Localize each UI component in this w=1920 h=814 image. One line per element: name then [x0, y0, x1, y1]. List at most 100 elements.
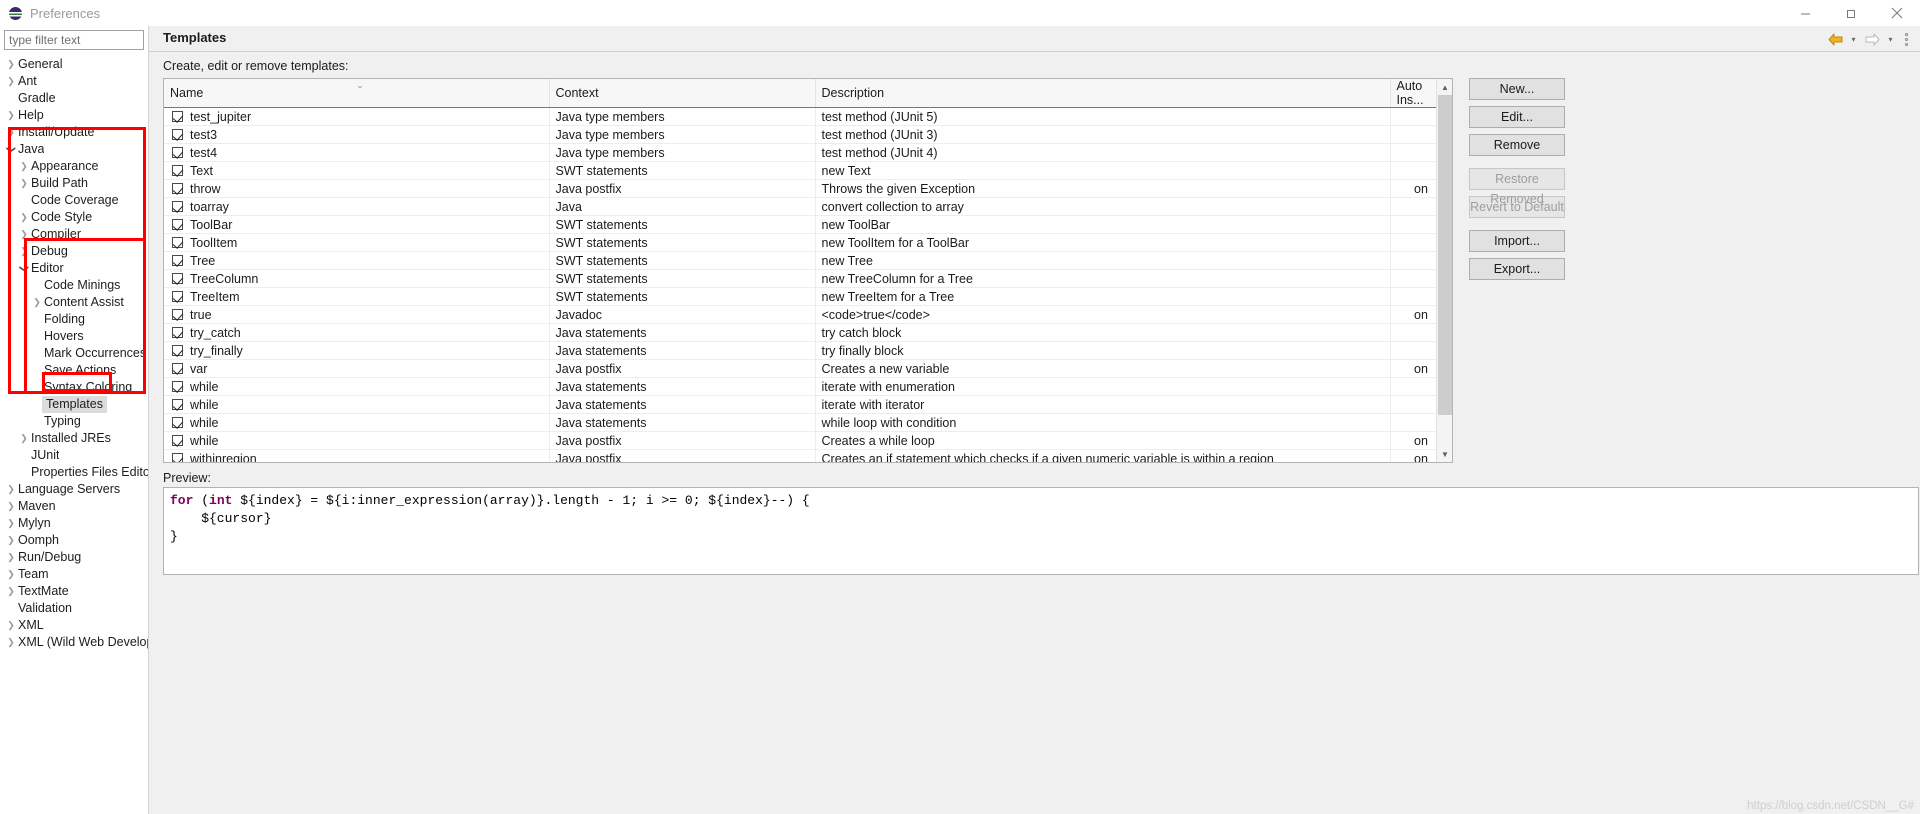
table-row[interactable]: TreeColumn SWT statements new TreeColumn f… — [164, 269, 1452, 288]
forward-arrow-icon[interactable] — [1862, 28, 1882, 50]
table-row[interactable]: var Java postfix Creates a new variable on — [164, 359, 1452, 378]
sidebar-item-code-minings[interactable]: Code Minings — [0, 277, 148, 294]
sidebar-item-content-assist[interactable]: ❯ Content Assist — [0, 294, 148, 311]
sidebar-item-mark-occurrences[interactable]: Mark Occurrences — [0, 345, 148, 362]
row-checkbox[interactable] — [172, 326, 183, 338]
row-checkbox[interactable] — [172, 272, 183, 284]
table-row[interactable]: toarray Java convert collection to array — [164, 197, 1452, 216]
row-checkbox[interactable] — [172, 128, 183, 140]
chevron-right-icon[interactable]: ❯ — [30, 294, 44, 311]
chevron-right-icon[interactable]: ❯ — [17, 243, 31, 260]
row-checkbox[interactable] — [172, 308, 183, 320]
table-scrollbar[interactable]: ▲ ▼ — [1436, 79, 1452, 462]
chevron-right-icon[interactable]: ❯ — [4, 107, 18, 124]
sidebar-item-general[interactable]: ❯ General — [0, 56, 148, 73]
sidebar-item-properties-files-editor[interactable]: Properties Files Editor — [0, 464, 148, 481]
search-input[interactable] — [4, 30, 144, 50]
sidebar-item-hovers[interactable]: Hovers — [0, 328, 148, 345]
chevron-right-icon[interactable]: ❯ — [4, 617, 18, 634]
row-checkbox[interactable] — [172, 362, 183, 374]
table-row[interactable]: while Java statements iterate with enumera… — [164, 377, 1452, 396]
chevron-right-icon[interactable]: ❯ — [4, 583, 18, 600]
sidebar-item-installed-jres[interactable]: ❯ Installed JREs — [0, 430, 148, 447]
sidebar-item-templates[interactable]: Templates — [0, 396, 148, 413]
sidebar-item-typing[interactable]: Typing — [0, 413, 148, 430]
export-button[interactable]: Export... — [1469, 258, 1565, 280]
sidebar-item-language-servers[interactable]: ❯ Language Servers — [0, 481, 148, 498]
table-row[interactable]: Tree SWT statements new Tree — [164, 251, 1452, 270]
sidebar-item-maven[interactable]: ❯ Maven — [0, 498, 148, 515]
scroll-down-chevron-down-icon[interactable]: ▼ — [1437, 446, 1452, 462]
sidebar-item-run-debug[interactable]: ❯ Run/Debug — [0, 549, 148, 566]
table-row[interactable]: while Java postfix Creates a while loop on — [164, 431, 1452, 450]
sidebar-item-save-actions[interactable]: Save Actions — [0, 362, 148, 379]
row-checkbox[interactable] — [172, 398, 183, 410]
sidebar-item-textmate[interactable]: ❯ TextMate — [0, 583, 148, 600]
chevron-right-icon[interactable]: ❯ — [4, 73, 18, 90]
row-checkbox[interactable] — [172, 290, 183, 302]
chevron-right-icon[interactable]: ❯ — [4, 481, 18, 498]
chevron-right-icon[interactable]: ❯ — [17, 226, 31, 243]
table-row[interactable]: ToolBar SWT statements new ToolBar — [164, 215, 1452, 234]
preferences-tree[interactable]: ❯ General ❯ Ant Gradle ❯ Help ❯ Install/Update ❯ J… — [0, 56, 149, 812]
scrollbar-thumb[interactable] — [1438, 95, 1452, 415]
import-button[interactable]: Import... — [1469, 230, 1565, 252]
chevron-down-icon[interactable]: ❯ — [3, 143, 20, 157]
sidebar-item-build-path[interactable]: ❯ Build Path — [0, 175, 148, 192]
sidebar-item-code-style[interactable]: ❯ Code Style — [0, 209, 148, 226]
sidebar-item-compiler[interactable]: ❯ Compiler — [0, 226, 148, 243]
row-checkbox[interactable] — [172, 236, 183, 248]
sidebar-item-syntax-coloring[interactable]: Syntax Coloring — [0, 379, 148, 396]
chevron-right-icon[interactable]: ❯ — [4, 634, 18, 651]
row-checkbox[interactable] — [172, 254, 183, 266]
sidebar-item-ant[interactable]: ❯ Ant — [0, 73, 148, 90]
row-checkbox[interactable] — [172, 218, 183, 230]
back-history-chevron-down-icon[interactable]: ▾ — [1847, 28, 1860, 50]
chevron-right-icon[interactable]: ❯ — [17, 158, 31, 175]
remove-button[interactable]: Remove — [1469, 134, 1565, 156]
chevron-right-icon[interactable]: ❯ — [4, 56, 18, 73]
sidebar-item-mylyn[interactable]: ❯ Mylyn — [0, 515, 148, 532]
table-row[interactable]: test_jupiter Java type members test method… — [164, 107, 1452, 126]
chevron-right-icon[interactable]: ❯ — [4, 532, 18, 549]
sidebar-item-help[interactable]: ❯ Help — [0, 107, 148, 124]
column-header-name[interactable]: Name ⌄ — [164, 79, 550, 108]
chevron-down-icon[interactable]: ❯ — [16, 262, 33, 276]
row-checkbox[interactable] — [172, 380, 183, 392]
sidebar-item-appearance[interactable]: ❯ Appearance — [0, 158, 148, 175]
column-header-context[interactable]: Context — [549, 79, 816, 108]
chevron-right-icon[interactable]: ❯ — [4, 549, 18, 566]
sidebar-item-folding[interactable]: Folding — [0, 311, 148, 328]
sidebar-item-xml-wild-web-develop[interactable]: ❯ XML (Wild Web Develop — [0, 634, 148, 651]
sidebar-item-team[interactable]: ❯ Team — [0, 566, 148, 583]
chevron-right-icon[interactable]: ❯ — [17, 430, 31, 447]
sidebar-item-oomph[interactable]: ❯ Oomph — [0, 532, 148, 549]
new-button[interactable]: New... — [1469, 78, 1565, 100]
sidebar-item-java[interactable]: ❯ Java — [0, 141, 148, 158]
table-row[interactable]: test4 Java type members test method (JUnit… — [164, 143, 1452, 162]
table-row[interactable]: try_finally Java statements try finally bl… — [164, 341, 1452, 360]
chevron-right-icon[interactable]: ❯ — [4, 515, 18, 532]
row-checkbox[interactable] — [172, 200, 183, 212]
back-arrow-icon[interactable] — [1825, 28, 1845, 50]
close-icon[interactable] — [1874, 0, 1920, 26]
restore-icon[interactable] — [1828, 0, 1874, 26]
sidebar-item-junit[interactable]: JUnit — [0, 447, 148, 464]
minimize-icon[interactable] — [1782, 0, 1828, 26]
chevron-right-icon[interactable]: ❯ — [17, 175, 31, 192]
row-checkbox[interactable] — [172, 182, 183, 194]
table-row[interactable]: true Javadoc <code>true</code> on — [164, 305, 1452, 324]
table-row[interactable]: throw Java postfix Throws the given Except… — [164, 179, 1452, 198]
chevron-right-icon[interactable]: ❯ — [4, 124, 18, 141]
table-row[interactable]: try_catch Java statements try catch block — [164, 323, 1452, 342]
table-row[interactable]: TreeItem SWT statements new TreeItem for a… — [164, 287, 1452, 306]
chevron-right-icon[interactable]: ❯ — [4, 566, 18, 583]
sidebar-item-editor[interactable]: ❯ Editor — [0, 260, 148, 277]
row-checkbox[interactable] — [172, 344, 183, 356]
row-checkbox[interactable] — [172, 434, 183, 446]
sidebar-item-gradle[interactable]: Gradle — [0, 90, 148, 107]
row-checkbox[interactable] — [172, 452, 183, 462]
table-row[interactable]: while Java statements while loop with cond… — [164, 413, 1452, 432]
table-row[interactable]: withinregion Java postfix Creates an if st… — [164, 449, 1452, 462]
sidebar-item-code-coverage[interactable]: Code Coverage — [0, 192, 148, 209]
